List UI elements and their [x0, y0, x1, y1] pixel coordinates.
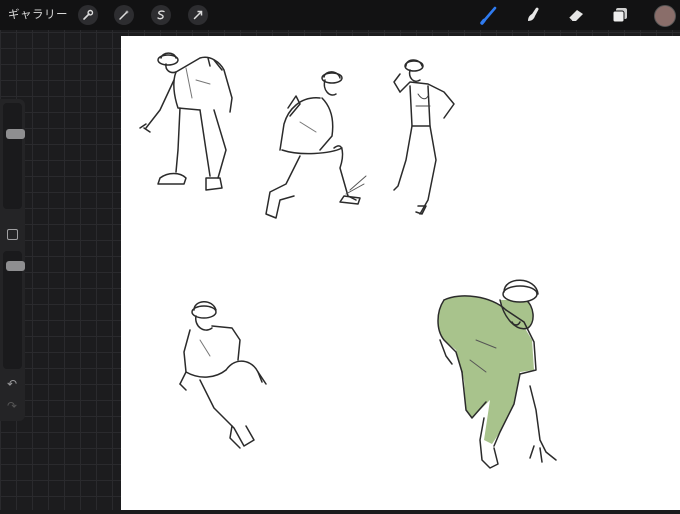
- drawing-canvas[interactable]: [121, 36, 680, 510]
- gallery-button[interactable]: ギャラリー: [8, 6, 68, 22]
- eraser-icon[interactable]: [565, 4, 587, 26]
- sketch-figure-crouching: [179, 301, 267, 449]
- selection-icon[interactable]: [151, 5, 171, 25]
- brush-icon[interactable]: [478, 4, 500, 26]
- transform-arrow-icon[interactable]: [188, 5, 208, 25]
- redo-icon[interactable]: ↷: [5, 399, 19, 413]
- sketch-layer: [139, 52, 557, 469]
- sketch-figure-bending: [139, 52, 233, 191]
- top-toolbar: ギャラリー: [0, 0, 680, 30]
- smudge-icon[interactable]: [522, 4, 544, 26]
- wrench-icon[interactable]: [78, 5, 98, 25]
- sketch-figure-standing: [393, 59, 455, 215]
- sketch-figure-colored: [437, 279, 557, 469]
- magic-wand-icon[interactable]: [114, 5, 134, 25]
- sketch-figure-kneeling: [265, 71, 367, 219]
- left-sidebar: ↶ ↷: [0, 99, 25, 421]
- brush-size-thumb[interactable]: [6, 129, 25, 139]
- undo-icon[interactable]: ↶: [5, 377, 19, 391]
- opacity-thumb[interactable]: [6, 261, 25, 271]
- modify-button[interactable]: [7, 229, 18, 240]
- opacity-slider[interactable]: [3, 251, 25, 369]
- color-swatch[interactable]: [654, 5, 676, 27]
- layers-icon[interactable]: [609, 4, 631, 26]
- brush-size-slider[interactable]: [3, 103, 25, 209]
